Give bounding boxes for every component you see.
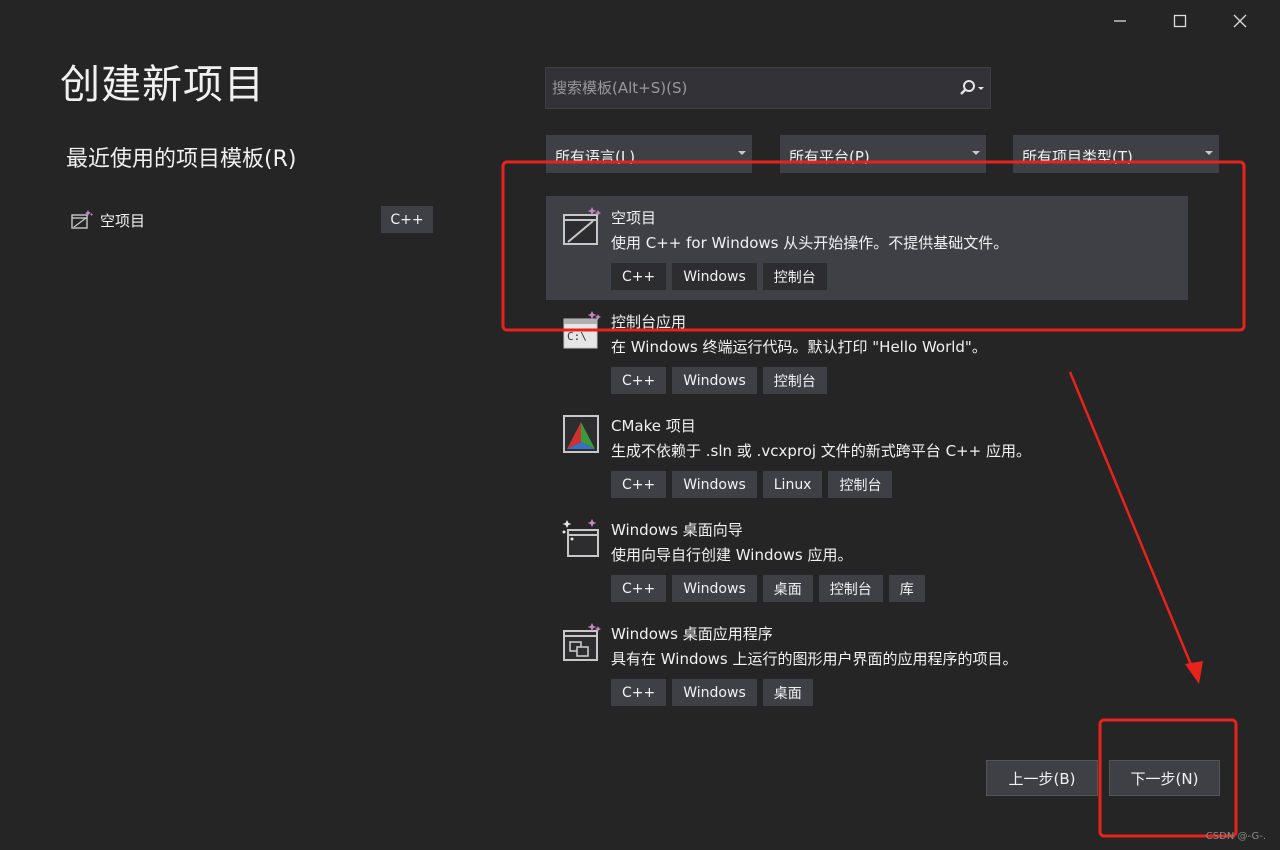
- recent-template-lang-tag: C++: [381, 206, 433, 233]
- template-name: 空项目: [611, 209, 657, 227]
- chevron-down-icon: [972, 151, 980, 155]
- close-icon: [1233, 14, 1247, 28]
- back-button[interactable]: 上一步(B): [986, 760, 1098, 796]
- template-name: CMake 项目: [611, 417, 696, 435]
- page-title: 创建新项目: [60, 62, 265, 108]
- template-tag: 控制台: [762, 367, 827, 394]
- close-button[interactable]: [1210, 8, 1270, 34]
- desktop-wizard-icon: [562, 519, 599, 557]
- template-tag: 控制台: [818, 575, 883, 602]
- partial-template-icon: [562, 726, 602, 732]
- platform-filter-value: 所有平台(P): [789, 148, 870, 166]
- cmake-icon: [563, 415, 599, 453]
- search-options-button[interactable]: [954, 68, 990, 108]
- template-description: 在 Windows 终端运行代码。默认打印 "Hello World"。: [611, 338, 987, 356]
- template-tag: Windows: [672, 263, 757, 290]
- minimize-icon: [1114, 20, 1126, 22]
- template-tag: 桌面: [762, 575, 813, 602]
- minimize-button[interactable]: [1090, 8, 1150, 34]
- console-app-icon: C:\: [563, 311, 601, 349]
- desktop-app-icon: [563, 623, 601, 661]
- empty-project-icon: [563, 207, 601, 245]
- template-tag: 库: [888, 575, 925, 602]
- svg-text:C:\: C:\: [567, 330, 587, 343]
- project-type-filter-dropdown[interactable]: 所有项目类型(T): [1013, 135, 1219, 173]
- template-tag: Linux: [762, 471, 823, 498]
- template-tag: Windows: [672, 471, 757, 498]
- template-tag: C++: [611, 471, 667, 498]
- template-tags: C++ Windows 控制台: [611, 263, 827, 290]
- language-filter-value: 所有语言(L): [555, 148, 636, 166]
- next-button[interactable]: 下一步(N): [1109, 760, 1220, 796]
- empty-project-icon: [71, 210, 93, 229]
- watermark: CSDN @-G-.: [1205, 831, 1266, 842]
- window-controls: [1090, 8, 1270, 34]
- template-tag: C++: [611, 575, 667, 602]
- template-item-empty-project[interactable]: 空项目 使用 C++ for Windows 从头开始操作。不提供基础文件。 C…: [546, 196, 1188, 300]
- template-tag: C++: [611, 367, 667, 394]
- template-tag: 控制台: [762, 263, 827, 290]
- template-name: 控制台应用: [611, 313, 687, 331]
- recent-template-item[interactable]: 空项目 C++: [66, 205, 434, 235]
- template-item-desktop-app[interactable]: Windows 桌面应用程序 具有在 Windows 上运行的图形用户界面的应用…: [546, 612, 1188, 716]
- template-description: 生成不依赖于 .sln 或 .vcxproj 文件的新式跨平台 C++ 应用。: [611, 442, 1031, 460]
- template-tag: 桌面: [762, 679, 813, 706]
- template-description: 使用 C++ for Windows 从头开始操作。不提供基础文件。: [611, 234, 1009, 252]
- template-tag: C++: [611, 263, 667, 290]
- search-icon: [960, 80, 984, 95]
- template-item-console-app[interactable]: C:\ 控制台应用 在 Windows 终端运行代码。默认打印 "Hello W…: [546, 300, 1188, 404]
- chevron-down-icon: [738, 151, 746, 155]
- language-filter-dropdown[interactable]: 所有语言(L): [546, 135, 752, 173]
- template-tags: C++ Windows Linux 控制台: [611, 471, 893, 498]
- template-tags: C++ Windows 桌面: [611, 679, 813, 706]
- template-name: Windows 桌面应用程序: [611, 625, 773, 643]
- template-tag: C++: [611, 679, 667, 706]
- chevron-down-icon: [1205, 151, 1213, 155]
- template-tag: Windows: [672, 367, 757, 394]
- project-type-filter-value: 所有项目类型(T): [1022, 148, 1133, 166]
- template-tag: Windows: [672, 679, 757, 706]
- template-tag: 控制台: [828, 471, 893, 498]
- maximize-icon: [1173, 14, 1187, 28]
- recent-templates-heading: 最近使用的项目模板(R): [66, 147, 297, 172]
- search-input[interactable]: [546, 79, 954, 97]
- recent-template-label: 空项目: [100, 211, 146, 230]
- maximize-button[interactable]: [1150, 8, 1210, 34]
- template-tags: C++ Windows 桌面 控制台 库: [611, 575, 925, 602]
- template-item-cmake-project[interactable]: CMake 项目 生成不依赖于 .sln 或 .vcxproj 文件的新式跨平台…: [546, 404, 1188, 508]
- template-item-desktop-wizard[interactable]: Windows 桌面向导 使用向导自行创建 Windows 应用。 C++ Wi…: [546, 508, 1188, 612]
- template-name: Windows 桌面向导: [611, 521, 743, 539]
- platform-filter-dropdown[interactable]: 所有平台(P): [780, 135, 986, 173]
- template-tag: Windows: [672, 575, 757, 602]
- template-list[interactable]: 空项目 使用 C++ for Windows 从头开始操作。不提供基础文件。 C…: [546, 196, 1188, 732]
- template-description: 具有在 Windows 上运行的图形用户界面的应用程序的项目。: [611, 650, 1018, 668]
- template-search-box[interactable]: [545, 67, 991, 109]
- template-tags: C++ Windows 控制台: [611, 367, 827, 394]
- template-item-partial[interactable]: [546, 716, 1188, 732]
- template-description: 使用向导自行创建 Windows 应用。: [611, 546, 853, 564]
